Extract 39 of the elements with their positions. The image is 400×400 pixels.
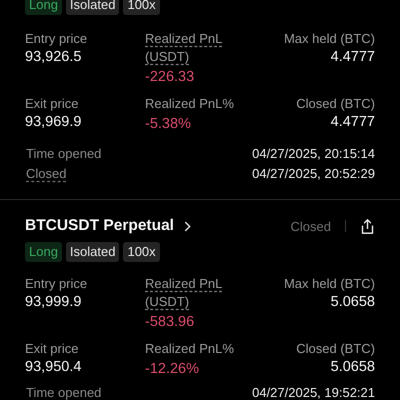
stat-label: Realized PnL% — [145, 95, 234, 113]
stat-label: Exit price — [25, 340, 78, 358]
stat-label: Closed (BTC) — [296, 340, 375, 358]
tag: 100x — [123, 242, 160, 262]
share-icon[interactable] — [360, 218, 375, 234]
stat-value: 4.4777 — [330, 113, 375, 131]
stat-label: Realized PnL (USDT) — [145, 275, 224, 311]
tag: Long — [25, 0, 62, 15]
time-label: Closed — [26, 165, 66, 183]
position-title[interactable]: BTCUSDT Perpetual — [25, 217, 174, 235]
stat-value: 4.4777 — [330, 48, 375, 66]
stat-label: Exit price — [25, 95, 78, 113]
time-label: Time opened — [26, 145, 102, 163]
stat-label: Closed (BTC) — [296, 95, 375, 113]
stat-label: Realized PnL% — [145, 340, 234, 358]
stat-label: Entry price — [25, 30, 88, 48]
time-label: Time opened — [26, 384, 102, 400]
time-value: 04/27/2025, 20:52:29 — [252, 165, 375, 183]
stat-value: 93,969.9 — [25, 113, 82, 131]
tag: Isolated — [66, 242, 120, 262]
stat-value: -226.33 — [145, 68, 194, 86]
stat-value: 5.0658 — [330, 293, 375, 311]
tag: 100x — [123, 0, 160, 15]
time-value: 04/27/2025, 20:15:14 — [252, 145, 375, 163]
chevron-right-icon[interactable] — [184, 220, 191, 232]
stat-value: -5.38% — [145, 115, 191, 133]
stat-value: 5.0658 — [330, 358, 375, 376]
stat-value: 93,926.5 — [25, 48, 82, 66]
stat-label: Max held (BTC) — [284, 275, 375, 293]
stat-value: -583.96 — [145, 313, 194, 331]
time-value: 04/27/2025, 19:52:21 — [252, 384, 375, 400]
stat-value: 93,999.9 — [25, 293, 82, 311]
stat-label: Entry price — [25, 275, 88, 293]
tag: Long — [25, 242, 62, 262]
stat-label: Realized PnL (USDT) — [145, 30, 224, 66]
stat-value: 93,950.4 — [25, 358, 82, 376]
status-text: Closed — [290, 218, 331, 234]
stat-value: -12.26% — [145, 360, 200, 378]
stat-label: Max held (BTC) — [284, 30, 375, 48]
